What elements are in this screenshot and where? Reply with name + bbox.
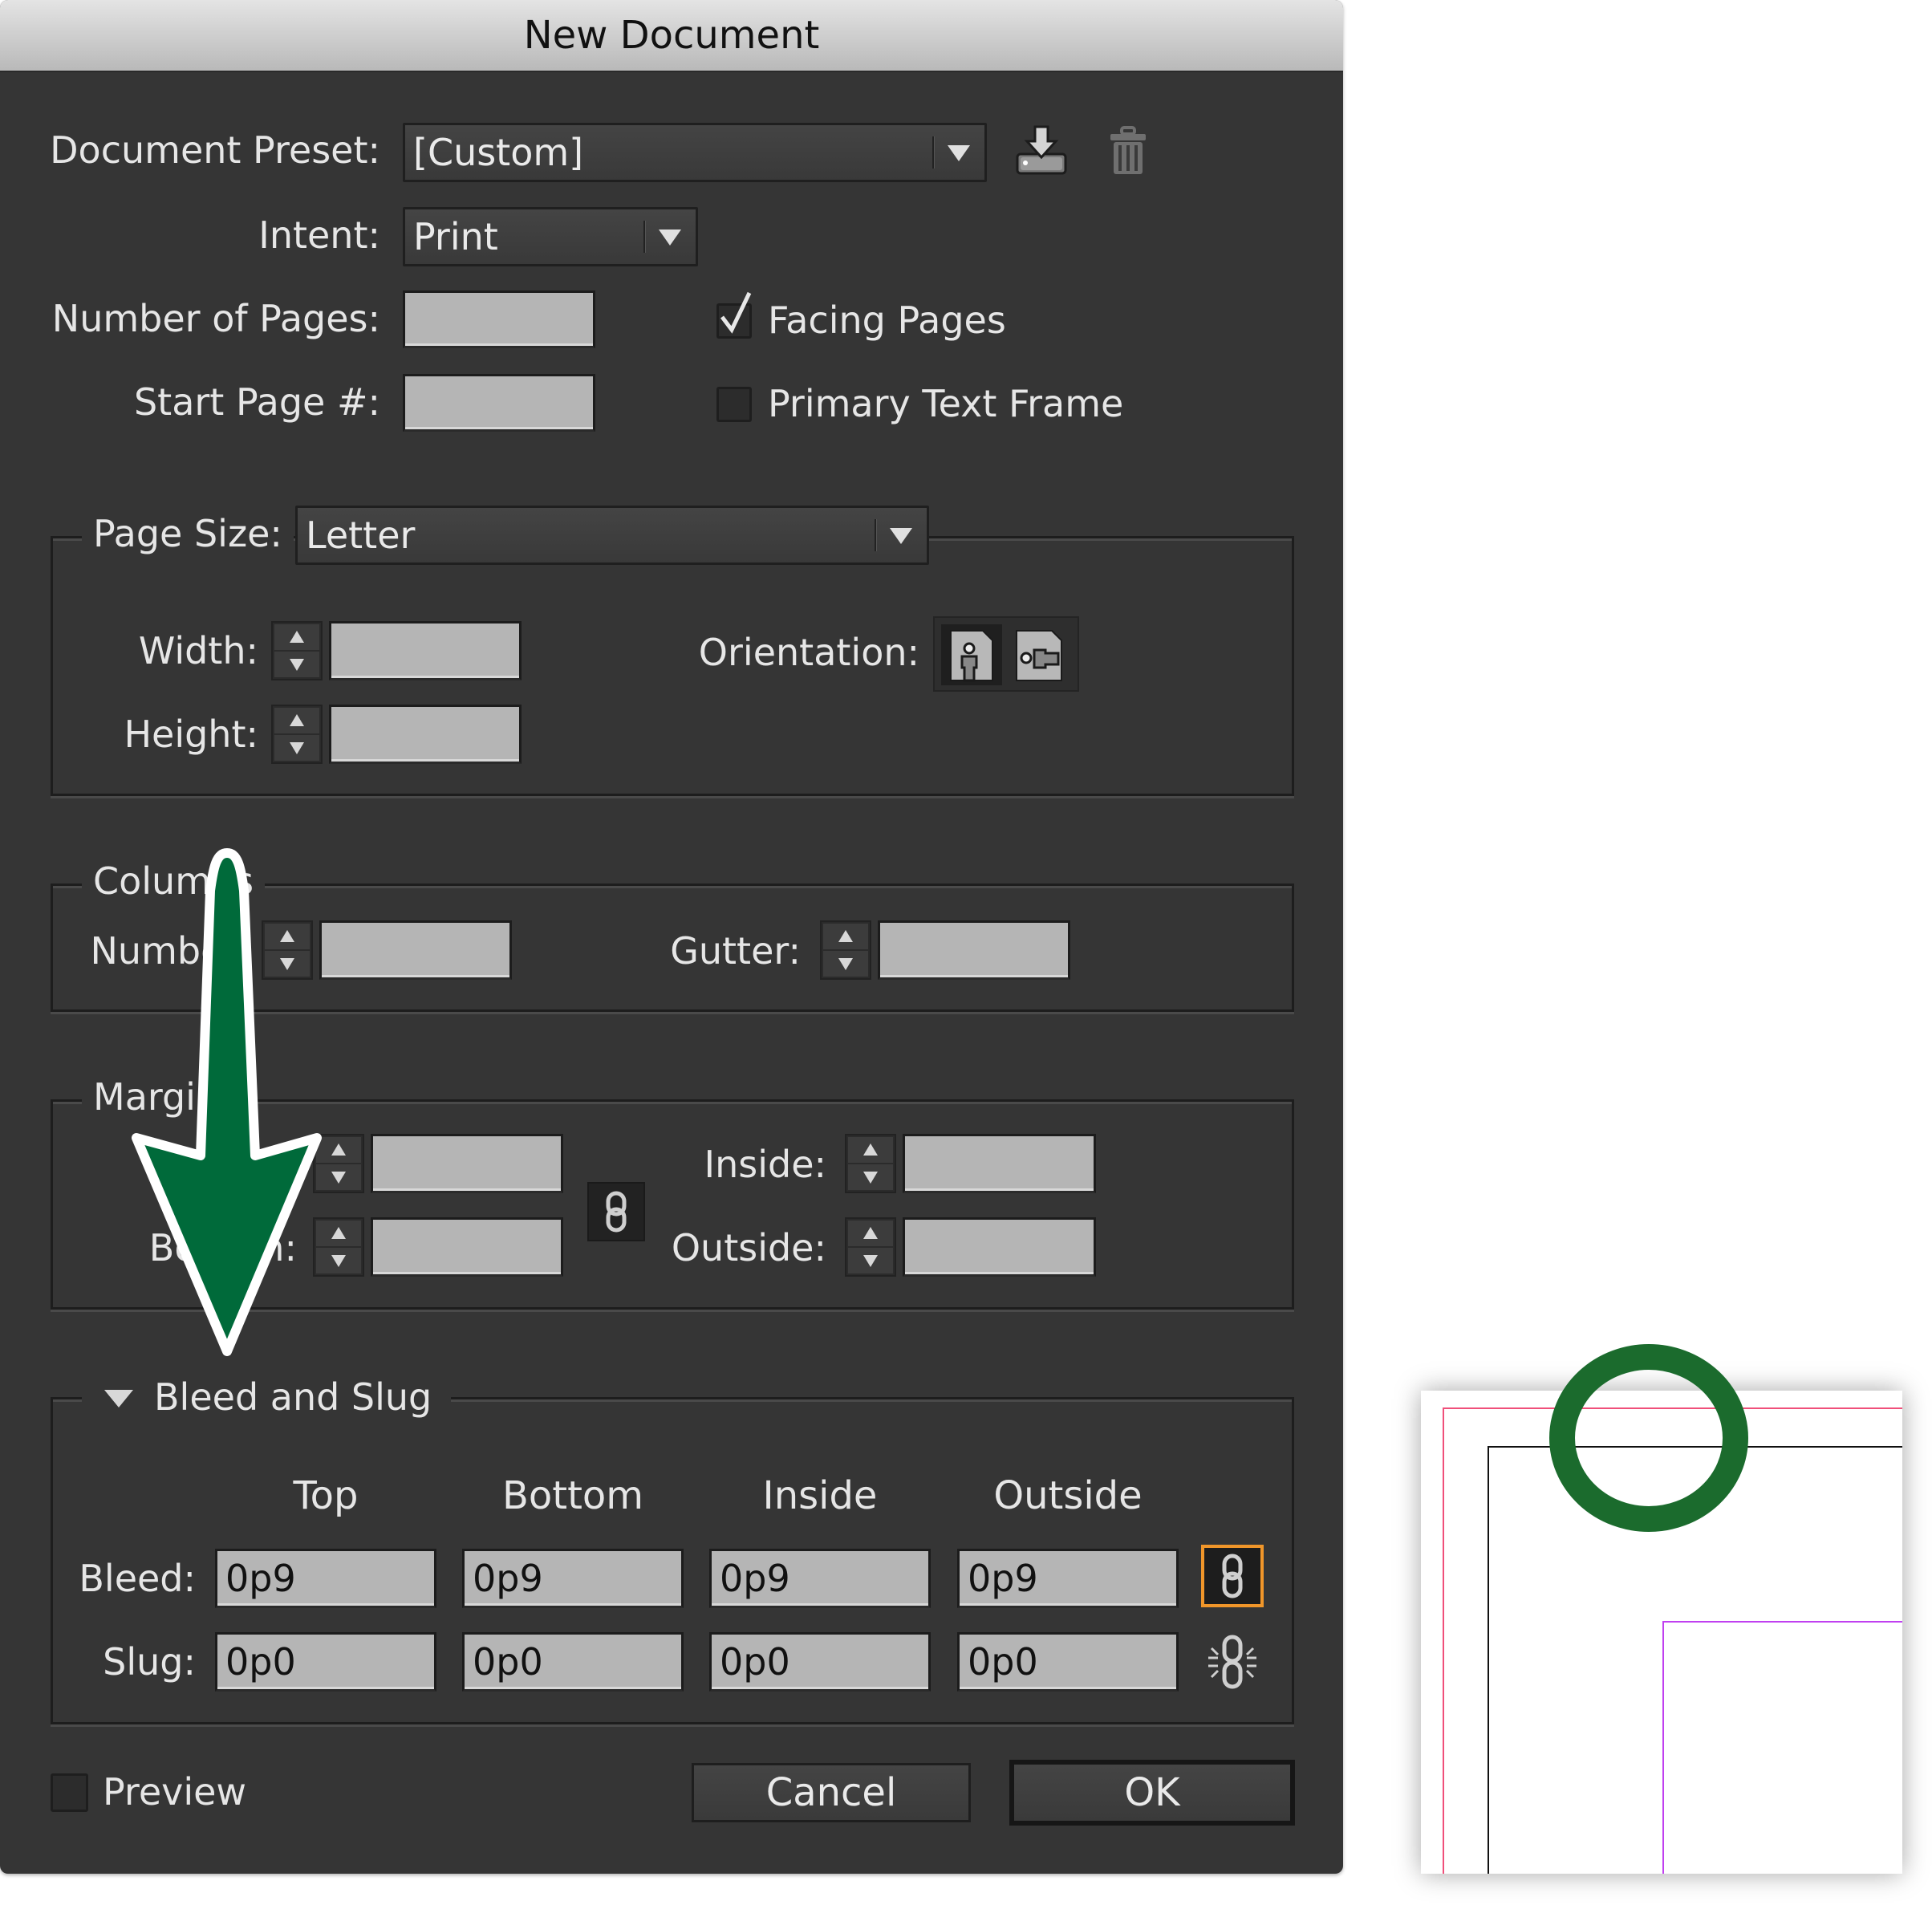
slug-bottom-input[interactable]: 0p0 [462,1632,684,1692]
bleed-bottom-value: 0p9 [473,1557,543,1600]
preview-checkbox[interactable] [51,1773,88,1812]
slug-top-value: 0p0 [225,1640,296,1684]
cancel-button[interactable]: Cancel [692,1763,971,1822]
down-arrow-icon [132,848,322,1356]
column-header-inside: Inside [762,1473,878,1518]
slug-link-button[interactable] [1203,1631,1261,1693]
margin-guide [1662,1621,1902,1874]
highlight-circle-icon [1549,1344,1748,1532]
column-header-top: Top [293,1473,359,1518]
slug-inside-value: 0p0 [720,1640,790,1684]
slug-inside-input[interactable]: 0p0 [709,1632,931,1692]
bleed-link-button[interactable] [1201,1545,1264,1607]
annotation-arrow [132,848,322,1356]
chain-link-icon [1222,1554,1243,1598]
column-header-outside: Outside [993,1473,1143,1518]
bleed-slug-legend: Bleed and Slug [154,1375,442,1419]
bleed-top-input[interactable]: 0p9 [215,1549,436,1608]
slug-outside-value: 0p0 [968,1640,1038,1684]
slug-outside-input[interactable]: 0p0 [957,1632,1179,1692]
preview-label[interactable]: Preview [103,1770,246,1814]
bleed-outside-value: 0p9 [968,1557,1038,1600]
bleed-top-value: 0p9 [225,1557,296,1600]
column-header-bottom: Bottom [501,1473,644,1518]
highlight-circle [1549,1344,1748,1532]
bleed-label: Bleed: [79,1557,196,1600]
bleed-outside-input[interactable]: 0p9 [957,1549,1179,1608]
slug-top-input[interactable]: 0p0 [215,1632,436,1692]
ok-button[interactable]: OK [1009,1760,1295,1826]
bleed-inside-input[interactable]: 0p9 [709,1549,931,1608]
slug-label: Slug: [103,1640,196,1684]
bleed-bottom-input[interactable]: 0p9 [462,1549,684,1608]
slug-bottom-value: 0p0 [473,1640,543,1684]
disclosure-triangle-icon[interactable] [104,1390,133,1407]
broken-chain-link-icon [1208,1635,1256,1689]
bleed-inside-value: 0p9 [720,1557,790,1600]
